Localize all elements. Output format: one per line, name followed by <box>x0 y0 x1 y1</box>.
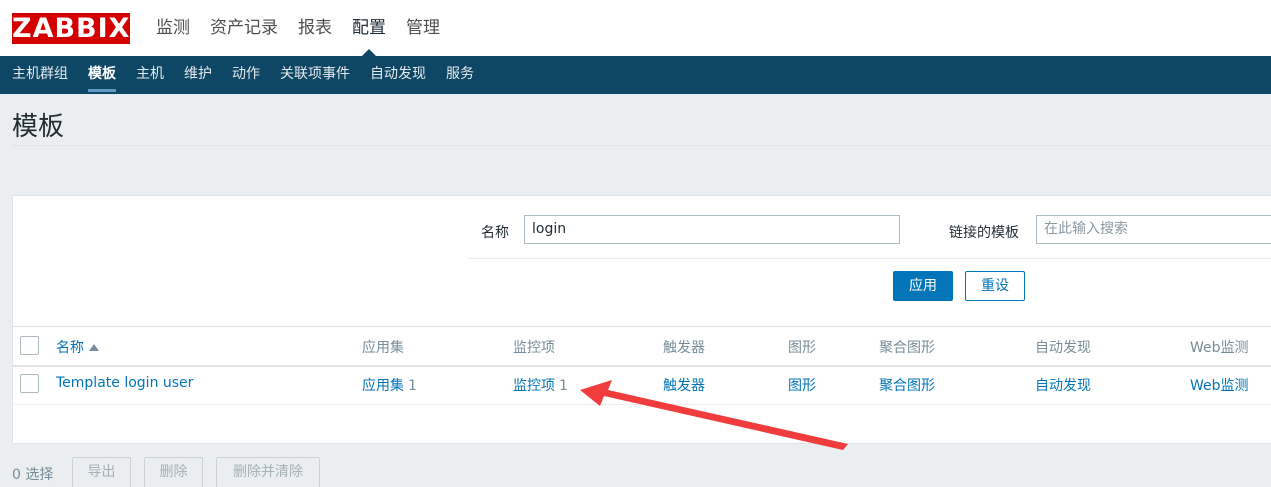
main-nav: 监测 资产记录 报表 配置 管理 <box>146 0 450 56</box>
title-divider <box>12 145 1271 146</box>
export-button[interactable]: 导出 <box>72 457 131 487</box>
header-web: Web监测 <box>1190 340 1249 356</box>
main-nav-administration[interactable]: 管理 <box>396 0 450 56</box>
sort-ascending-icon <box>89 344 99 351</box>
main-nav-configuration[interactable]: 配置 <box>342 0 396 56</box>
main-nav-monitoring[interactable]: 监测 <box>146 0 200 56</box>
header-screens: 聚合图形 <box>879 340 935 356</box>
template-name-link[interactable]: Template login user <box>56 375 193 391</box>
zabbix-logo[interactable]: ZABBIX <box>12 13 130 44</box>
discovery-link[interactable]: 自动发现 <box>1035 375 1091 395</box>
header-name[interactable]: 名称 <box>56 337 99 357</box>
filter-divider <box>469 258 1271 259</box>
select-all-checkbox[interactable] <box>20 336 39 355</box>
filter-name-input[interactable]: login <box>524 215 900 244</box>
header-items: 监控项 <box>513 340 555 356</box>
filter-linked-templates-input[interactable]: 在此输入搜索 <box>1036 215 1271 244</box>
delete-and-clear-button[interactable]: 删除并清除 <box>216 457 320 487</box>
applications-link-label: 应用集 <box>362 378 404 394</box>
row-checkbox[interactable] <box>20 374 39 393</box>
sub-nav-event-correlation[interactable]: 关联项事件 <box>270 56 360 94</box>
items-link-label: 监控项 <box>513 378 555 394</box>
sub-nav-hosts[interactable]: 主机 <box>126 56 174 94</box>
screens-link[interactable]: 聚合图形 <box>879 375 935 395</box>
triggers-link[interactable]: 触发器 <box>663 375 705 395</box>
filter-name-label: 名称 <box>481 225 509 241</box>
filter-linked-templates-label: 链接的模板 <box>949 225 1019 241</box>
delete-button[interactable]: 删除 <box>144 457 203 487</box>
sub-nav-services[interactable]: 服务 <box>436 56 484 94</box>
page-title: 模板 <box>12 112 65 142</box>
header-discovery: 自动发现 <box>1035 340 1091 356</box>
sub-nav-host-groups[interactable]: 主机群组 <box>2 56 78 94</box>
selected-count: 0 选择 <box>12 467 54 483</box>
header-name-label: 名称 <box>56 340 84 356</box>
templates-table: 名称 应用集 监控项 触发器 图形 聚合图形 自动发现 Web监测 Templa… <box>12 326 1271 444</box>
top-bar: ZABBIX 监测 资产记录 报表 配置 管理 <box>0 0 1271 56</box>
web-link[interactable]: Web监测 <box>1190 375 1249 395</box>
reset-button[interactable]: 重设 <box>965 271 1025 301</box>
main-nav-reports[interactable]: 报表 <box>288 0 342 56</box>
graphs-link[interactable]: 图形 <box>788 375 816 395</box>
header-applications: 应用集 <box>362 340 404 356</box>
row-divider <box>13 404 1271 405</box>
items-link[interactable]: 监控项 1 <box>513 375 568 395</box>
header-graphs: 图形 <box>788 340 816 356</box>
filter-panel: 名称 login 链接的模板 在此输入搜索 应用 重设 <box>12 195 1271 342</box>
header-triggers: 触发器 <box>663 340 705 356</box>
sub-nav-discovery[interactable]: 自动发现 <box>360 56 436 94</box>
applications-count: 1 <box>408 378 417 394</box>
sub-nav-actions[interactable]: 动作 <box>222 56 270 94</box>
applications-link[interactable]: 应用集 1 <box>362 375 417 395</box>
apply-button[interactable]: 应用 <box>893 271 953 301</box>
sub-nav-maintenance[interactable]: 维护 <box>174 56 222 94</box>
items-count: 1 <box>559 378 568 394</box>
sub-nav: 主机群组 模板 主机 维护 动作 关联项事件 自动发现 服务 <box>0 56 1271 94</box>
sub-nav-templates[interactable]: 模板 <box>78 56 126 94</box>
header-divider <box>13 365 1271 367</box>
main-nav-inventory[interactable]: 资产记录 <box>200 0 288 56</box>
